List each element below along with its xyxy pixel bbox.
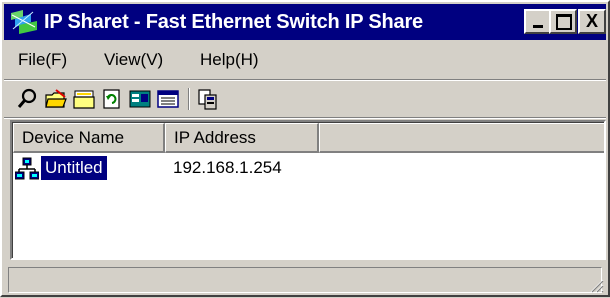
toolbar-divider xyxy=(4,117,606,119)
status-bar xyxy=(4,264,606,295)
status-text xyxy=(8,267,602,293)
resize-grip-icon[interactable] xyxy=(588,277,604,293)
toolbar xyxy=(4,82,606,116)
table-row[interactable]: Untitled 192.168.1.254 xyxy=(13,155,604,181)
maximize-button[interactable] xyxy=(549,9,577,34)
app-window: IP Sharet - Fast Ethernet Switch IP Shar… xyxy=(0,0,610,297)
ip-address-cell: 192.168.1.254 xyxy=(173,158,282,177)
column-header-ip-address[interactable]: IP Address xyxy=(165,123,319,153)
device-name-cell[interactable]: Untitled xyxy=(41,156,107,180)
device-list-inner: Device Name IP Address Untitled 192.168.… xyxy=(12,122,604,258)
minimize-icon xyxy=(533,25,543,28)
title-bar[interactable]: IP Sharet - Fast Ethernet Switch IP Shar… xyxy=(4,4,606,40)
menu-file[interactable]: File(F) xyxy=(18,42,67,78)
column-header-empty xyxy=(319,123,604,153)
maximize-icon xyxy=(556,14,572,30)
window-title: IP Sharet - Fast Ethernet Switch IP Shar… xyxy=(44,11,423,33)
menu-bar: File(F) View(V) Help(H) xyxy=(4,42,606,78)
toolbar-separator xyxy=(188,88,190,110)
menu-help[interactable]: Help(H) xyxy=(200,42,259,78)
minimize-button[interactable] xyxy=(524,9,552,34)
folder-icon[interactable] xyxy=(72,87,96,111)
open-folder-icon[interactable] xyxy=(44,87,68,111)
app-icon[interactable] xyxy=(9,9,39,35)
device-list[interactable]: Device Name IP Address Untitled 192.168.… xyxy=(10,120,606,260)
network-device-icon xyxy=(14,157,40,181)
refresh-icon[interactable] xyxy=(100,87,124,111)
list-view-icon[interactable] xyxy=(156,87,180,111)
menu-divider xyxy=(4,79,606,81)
column-header-device-name[interactable]: Device Name xyxy=(13,123,165,153)
menu-view[interactable]: View(V) xyxy=(104,42,163,78)
close-button[interactable]: X xyxy=(578,9,606,34)
close-icon: X xyxy=(585,11,598,31)
copy-icon[interactable] xyxy=(196,87,220,111)
device-properties-icon[interactable] xyxy=(128,87,152,111)
search-icon[interactable] xyxy=(16,87,40,111)
